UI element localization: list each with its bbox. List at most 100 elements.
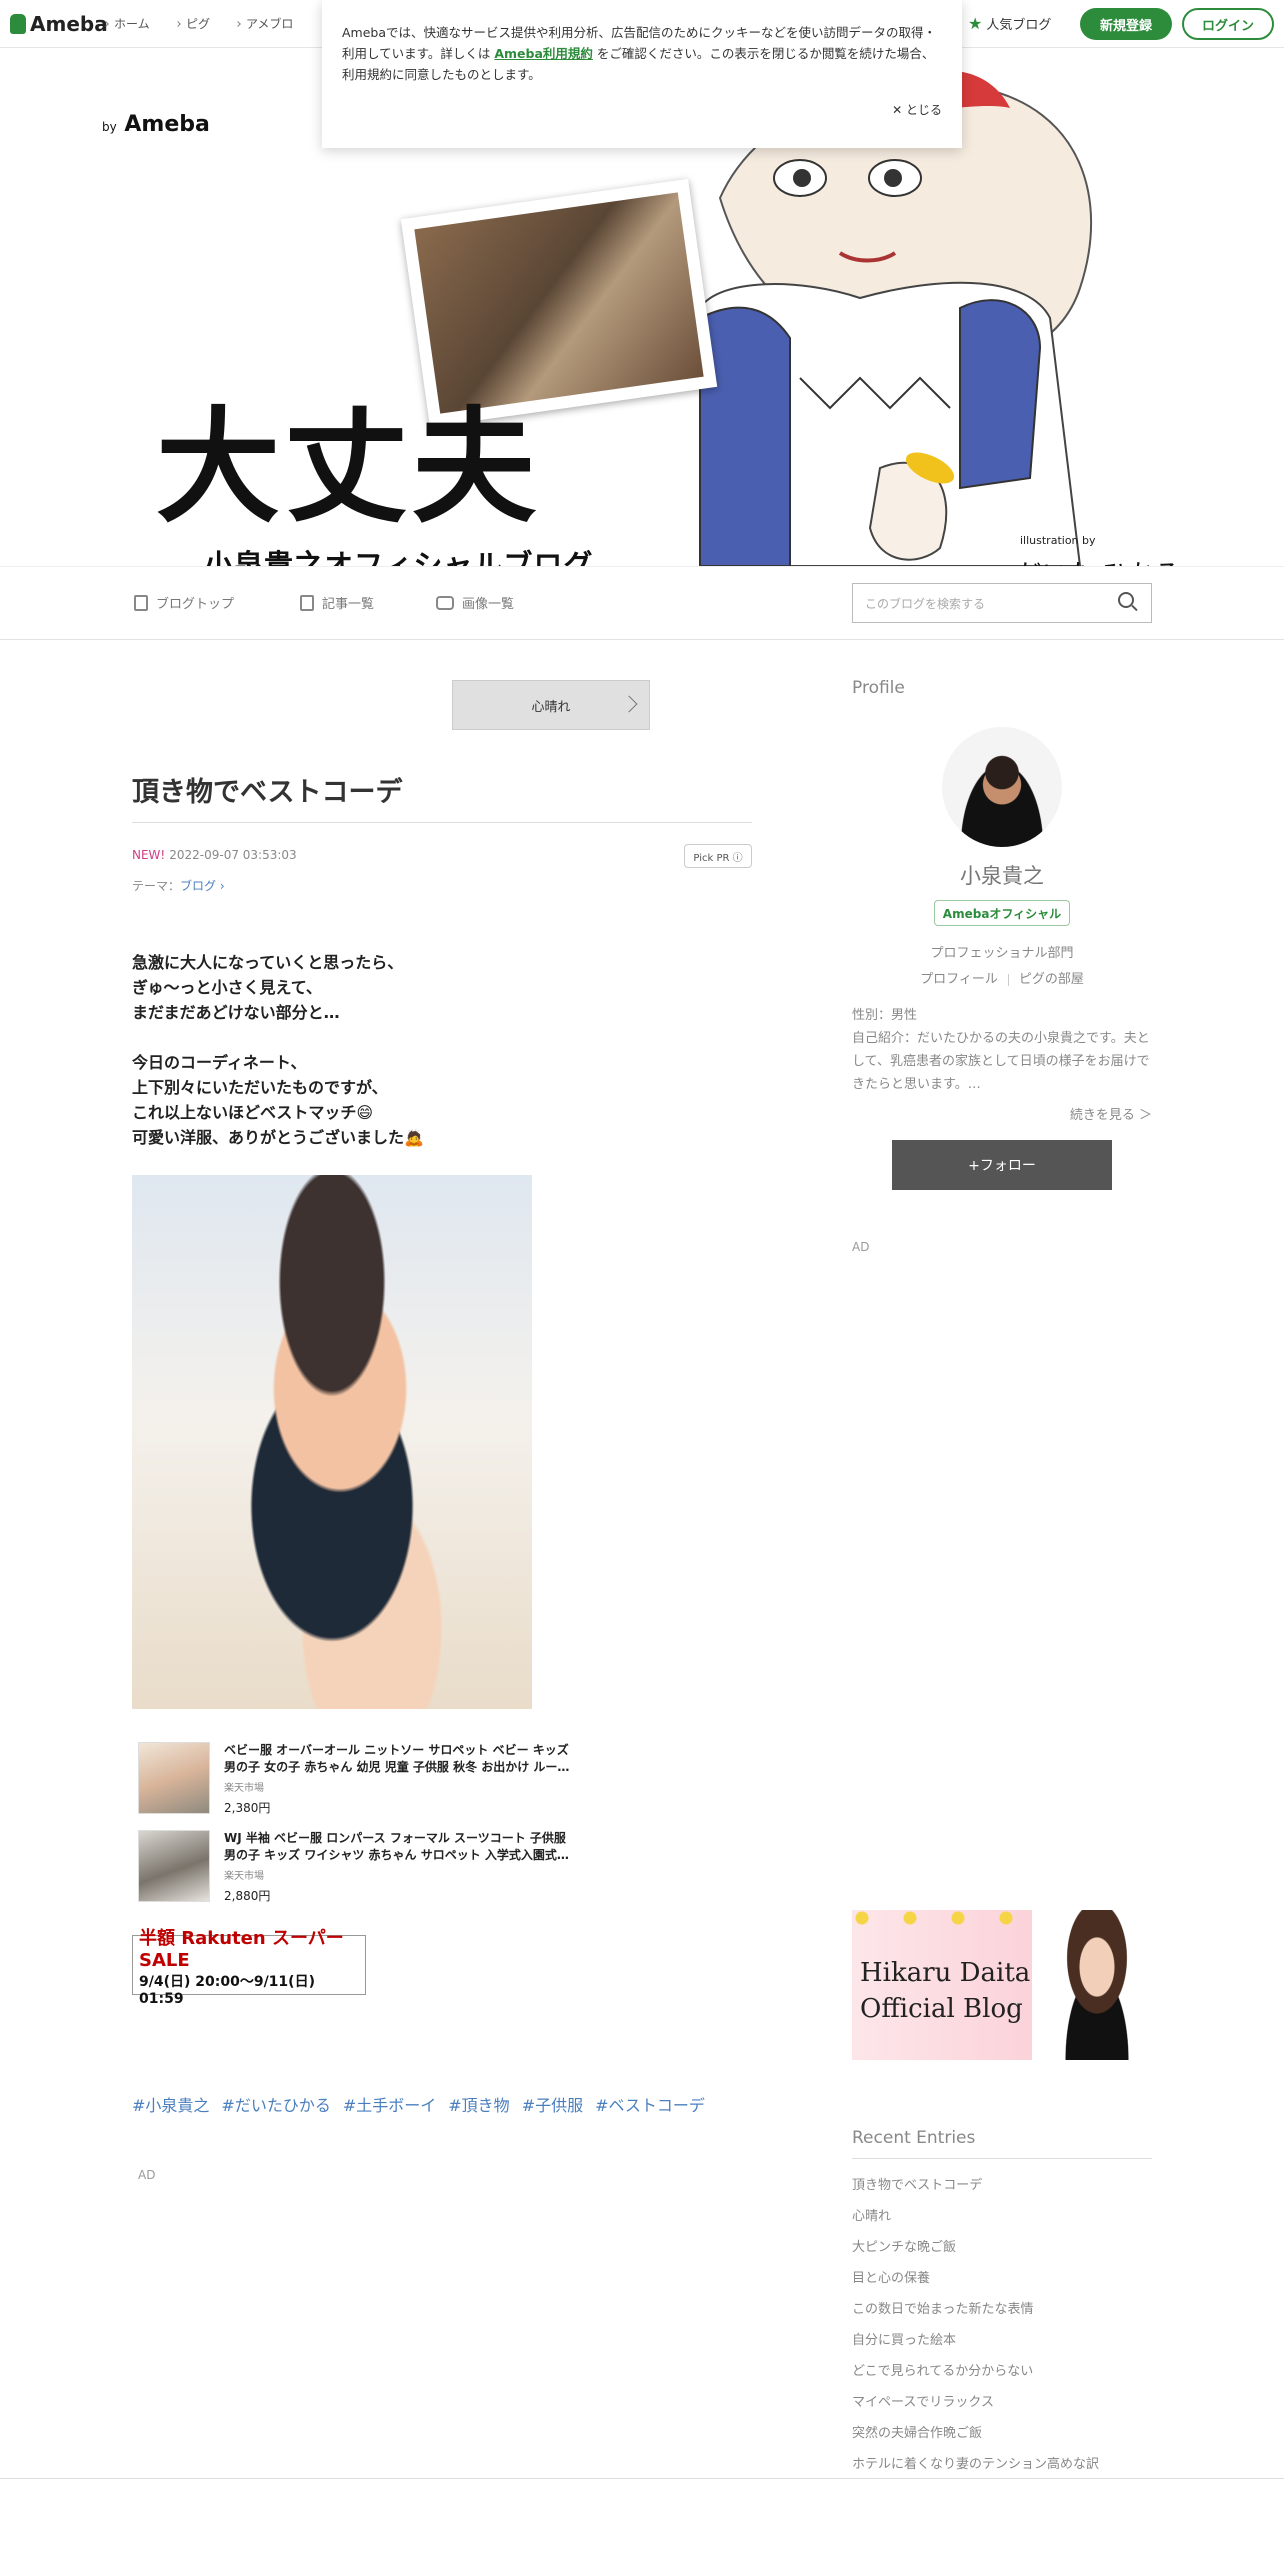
profile-description: 性別：男性 自己紹介：だいたひかるの夫の小泉貴之です。夫として、乳癌患者の家族と…	[852, 1004, 1152, 1096]
cookie-banner: Amebaでは、快適なサービス提供や利用分析、広告配信のためにクッキーなどを使い…	[322, 0, 962, 148]
previous-entry-label: 心晴れ	[531, 699, 571, 715]
ameba-logo[interactable]: Ameba	[10, 12, 108, 36]
profile-heading: Profile	[852, 678, 905, 698]
by-label: by	[102, 120, 117, 134]
read-more-link[interactable]: 続きを見る ＞	[852, 1104, 1152, 1123]
profile-link[interactable]: プロフィール	[920, 972, 998, 987]
theme-label: テーマ：	[132, 879, 181, 893]
hashtag-link[interactable]: #ベストコーデ	[595, 2092, 705, 2116]
body-line: まだまだあどけない部分と…	[132, 1003, 340, 1022]
blog-title: 大丈夫	[156, 395, 541, 540]
nav-home-label: ホーム	[114, 17, 150, 31]
hikaru-daita-blog-banner[interactable]: Hikaru Daita Official Blog	[852, 1910, 1152, 2060]
cookie-close-button[interactable]: ✕ とじる	[892, 100, 942, 121]
recent-entry-link[interactable]: 自分に買った絵本	[852, 2325, 1152, 2356]
blog-subtitle: 小泉貴之オフィシャルブログ	[204, 548, 594, 566]
login-button[interactable]: ログイン	[1182, 8, 1274, 40]
banner-portrait	[1042, 1910, 1152, 2060]
profile-links: プロフィール ピグの部屋	[852, 968, 1152, 987]
recent-entry-link[interactable]: マイペースでリラックス	[852, 2387, 1152, 2418]
hashtag-link[interactable]: #土手ボーイ	[343, 2092, 436, 2116]
paragraph: 急激に大人になっていくと思ったら、 ぎゅ〜っと小さく見えて、 まだまだあどけない…	[132, 950, 424, 1025]
document-icon	[134, 594, 148, 611]
new-badge: NEW!	[132, 848, 166, 862]
body-line: 今日のコーディネート、	[132, 1053, 307, 1072]
nav-blog-top[interactable]: ブログトップ	[134, 593, 234, 612]
nav-ameblo-label: アメブロ	[246, 17, 294, 31]
avatar[interactable]	[942, 727, 1062, 847]
product-name[interactable]: ベビー服 オーバーオール ニットソー サロペット ベビー キッズ	[224, 1742, 569, 1759]
footer-divider	[0, 2478, 1284, 2479]
product-price: 2,880円	[224, 1889, 271, 1903]
recent-entry-link[interactable]: この数日で始まった新たな表情	[852, 2294, 1152, 2325]
hashtag-link[interactable]: #だいたひかる	[221, 2092, 330, 2116]
body-line: これ以上ないほどベストマッチ😄	[132, 1103, 374, 1122]
recent-entry-link[interactable]: 大ピンチな晩ご飯	[852, 2232, 1152, 2263]
nav-ameblo[interactable]: アメブロ	[235, 15, 294, 32]
product-thumbnail[interactable]	[138, 1830, 210, 1902]
post-photo-baby[interactable]	[132, 1175, 532, 1709]
product-name[interactable]: 男の子 キッズ ワイシャツ 赤ちゃん サロペット 入学式入園式…	[224, 1847, 569, 1864]
chevron-right-icon	[235, 20, 241, 27]
search-icon[interactable]	[1118, 592, 1134, 608]
blog-search-input[interactable]: このブログを検索する	[852, 583, 1152, 623]
post-meta: NEW! 2022-09-07 03:53:03	[132, 848, 297, 862]
post-title[interactable]: 頂き物でベストコーデ	[132, 770, 403, 809]
nav-pig[interactable]: ピグ	[175, 15, 211, 32]
hashtag-link[interactable]: #子供服	[522, 2092, 583, 2116]
popular-blogs-link[interactable]: ★ 人気ブログ	[968, 14, 1051, 33]
product-item[interactable]: ベビー服 オーバーオール ニットソー サロペット ベビー キッズ 男の子 女の子…	[138, 1742, 608, 1820]
product-thumbnail[interactable]	[138, 1742, 210, 1814]
product-shop: 楽天市場	[224, 1871, 264, 1882]
hashtag-link[interactable]: #小泉貴之	[132, 2092, 209, 2116]
nav-article-list-label: 記事一覧	[322, 597, 375, 612]
brand-label: Ameba	[124, 112, 210, 137]
by-ameba-logo: by Ameba	[102, 112, 210, 137]
recent-entries-heading: Recent Entries	[852, 2128, 976, 2148]
recent-entry-link[interactable]: 突然の夫婦合作晩ご飯	[852, 2418, 1152, 2449]
chevron-right-icon	[175, 20, 181, 27]
ameba-mascot-icon	[10, 14, 26, 34]
divider	[132, 822, 752, 823]
nav-blog-top-label: ブログトップ	[156, 597, 235, 612]
ad-label: AD	[138, 2168, 156, 2182]
blog-nav: ブログトップ 記事一覧 画像一覧 このブログを検索する	[0, 566, 1284, 640]
profile-gender: 性別：男性	[852, 1008, 918, 1023]
pig-room-link[interactable]: ピグの部屋	[1019, 972, 1084, 987]
rakuten-sale-banner[interactable]: 半額 Rakuten スーパーSALE 9/4(日) 20:00〜9/11(日)…	[132, 1928, 366, 2007]
star-icon: ★	[968, 14, 983, 33]
previous-entry-button[interactable]: 心晴れ	[452, 680, 650, 730]
terms-link[interactable]: Ameba利用規約	[494, 46, 593, 61]
recent-entry-link[interactable]: 目と心の保養	[852, 2263, 1152, 2294]
body-line: 上下別々にいただいたものですが、	[132, 1078, 388, 1097]
logo-text: Ameba	[30, 12, 108, 36]
nav-image-list-label: 画像一覧	[462, 597, 515, 612]
body-line: ぎゅ〜っと小さく見えて、	[132, 978, 322, 997]
signup-button[interactable]: 新規登録	[1080, 8, 1172, 40]
paragraph: 今日のコーディネート、 上下別々にいただいたものですが、 これ以上ないほどベスト…	[132, 1050, 424, 1150]
theme-link[interactable]: ブログ ›	[180, 879, 225, 893]
chevron-right-icon	[620, 695, 638, 713]
recent-entry-link[interactable]: 頂き物でベストコーデ	[852, 2170, 1152, 2201]
follow-button[interactable]: +フォロー	[892, 1140, 1112, 1190]
hashtag-list: #小泉貴之 #だいたひかる #土手ボーイ #頂き物 #子供服 #ベストコーデ	[132, 2092, 705, 2116]
hashtag-link[interactable]: #頂き物	[448, 2092, 509, 2116]
product-name[interactable]: WJ 半袖 ベビー服 ロンパース フォーマル スーツコート 子供服	[224, 1830, 569, 1847]
recent-entry-link[interactable]: 心晴れ	[852, 2201, 1152, 2232]
product-item[interactable]: WJ 半袖 ベビー服 ロンパース フォーマル スーツコート 子供服 男の子 キッ…	[138, 1830, 608, 1908]
divider	[852, 2158, 1152, 2159]
nav-home[interactable]: ホーム	[103, 15, 150, 32]
pick-pr-button[interactable]: Pick PR ⓘ	[684, 844, 752, 868]
product-name[interactable]: 男の子 女の子 赤ちゃん 幼児 児童 子供服 秋冬 お出かけ ルー…	[224, 1759, 569, 1776]
sale-period: 9/4(日) 20:00〜9/11(日) 01:59	[139, 1973, 315, 2007]
profile-intro: 自己紹介：だいたひかるの夫の小泉貴之です。夫として、乳癌患者の家族として日頃の様…	[852, 1031, 1150, 1092]
profile-category[interactable]: プロフェッショナル部門	[852, 942, 1152, 961]
profile-name[interactable]: 小泉貴之	[852, 860, 1152, 890]
recent-entry-link[interactable]: どこで見られてるか分からない	[852, 2356, 1152, 2387]
nav-pig-label: ピグ	[186, 17, 211, 31]
recent-entry-link[interactable]: ホテルに着くなり妻のテンション高めな訳	[852, 2449, 1152, 2480]
banner-line1: Hikaru Daita	[860, 1958, 1031, 1988]
nav-image-list[interactable]: 画像一覧	[436, 593, 514, 612]
nav-article-list[interactable]: 記事一覧	[300, 593, 374, 612]
divider	[1007, 973, 1009, 986]
